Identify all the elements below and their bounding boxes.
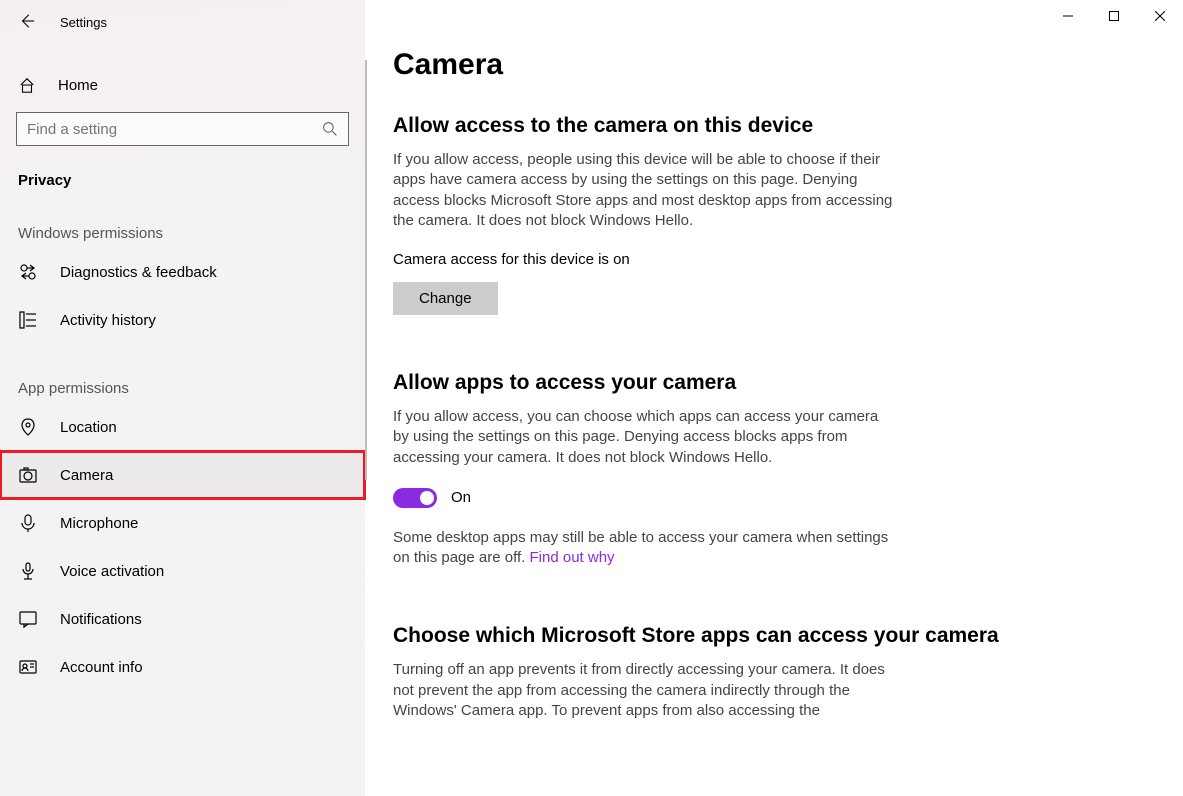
nav-voice-activation[interactable]: Voice activation	[0, 547, 365, 595]
window-controls	[1045, 0, 1183, 32]
category-label: Privacy	[18, 172, 365, 189]
search-input[interactable]	[27, 121, 322, 138]
section-heading: Allow access to the camera on this devic…	[393, 114, 1183, 138]
desktop-apps-note: Some desktop apps may still be able to a…	[393, 528, 893, 569]
nav-activity-history[interactable]: Activity history	[0, 296, 365, 344]
location-icon	[18, 417, 38, 437]
microphone-icon	[18, 513, 38, 533]
nav-home-label: Home	[58, 77, 98, 94]
change-button[interactable]: Change	[393, 282, 498, 315]
camera-icon	[18, 465, 38, 485]
nav-item-label: Notifications	[60, 611, 142, 628]
section-body: If you allow access, you can choose whic…	[393, 407, 893, 468]
nav-location[interactable]: Location	[0, 403, 365, 451]
sidebar: Settings Home Privacy Windows permission…	[0, 0, 365, 796]
nav-microphone[interactable]: Microphone	[0, 499, 365, 547]
page-title: Camera	[393, 48, 1183, 82]
section-app-access: Allow apps to access your camera If you …	[393, 371, 1183, 568]
nav-item-label: Diagnostics & feedback	[60, 264, 217, 281]
section-windows-permissions: Windows permissions	[18, 225, 365, 242]
nav-home[interactable]: Home	[0, 64, 365, 106]
notifications-icon	[18, 609, 38, 629]
find-out-why-link[interactable]: Find out why	[530, 549, 615, 566]
nav-item-label: Camera	[60, 467, 113, 484]
account-icon	[18, 657, 38, 677]
window-title: Settings	[60, 15, 107, 30]
device-access-status: Camera access for this device is on	[393, 251, 1183, 268]
nav-item-label: Location	[60, 419, 117, 436]
nav-camera[interactable]: Camera	[0, 451, 365, 499]
search-icon	[322, 121, 338, 137]
minimize-button[interactable]	[1045, 0, 1091, 32]
section-heading: Choose which Microsoft Store apps can ac…	[393, 624, 1183, 648]
search-box[interactable]	[16, 112, 349, 146]
nav-item-label: Microphone	[60, 515, 138, 532]
scroll-indicator[interactable]	[365, 60, 367, 480]
app-access-toggle[interactable]	[393, 488, 437, 508]
nav-diagnostics-feedback[interactable]: Diagnostics & feedback	[0, 248, 365, 296]
section-app-permissions: App permissions	[18, 380, 365, 397]
section-heading: Allow apps to access your camera	[393, 371, 1183, 395]
nav-notifications[interactable]: Notifications	[0, 595, 365, 643]
nav-item-label: Voice activation	[60, 563, 164, 580]
close-button[interactable]	[1137, 0, 1183, 32]
home-icon	[18, 76, 36, 94]
feedback-icon	[18, 262, 38, 282]
voice-icon	[18, 561, 38, 581]
nav-item-label: Account info	[60, 659, 143, 676]
back-button[interactable]	[18, 12, 36, 33]
section-device-access: Allow access to the camera on this devic…	[393, 114, 1183, 315]
nav-account-info[interactable]: Account info	[0, 643, 365, 691]
maximize-button[interactable]	[1091, 0, 1137, 32]
history-icon	[18, 310, 38, 330]
toggle-label: On	[451, 489, 471, 506]
section-body: Turning off an app prevents it from dire…	[393, 660, 893, 721]
nav-item-label: Activity history	[60, 312, 156, 329]
section-body: If you allow access, people using this d…	[393, 150, 893, 231]
section-store-apps: Choose which Microsoft Store apps can ac…	[393, 624, 1183, 721]
main-content: Camera Allow access to the camera on thi…	[365, 0, 1183, 796]
